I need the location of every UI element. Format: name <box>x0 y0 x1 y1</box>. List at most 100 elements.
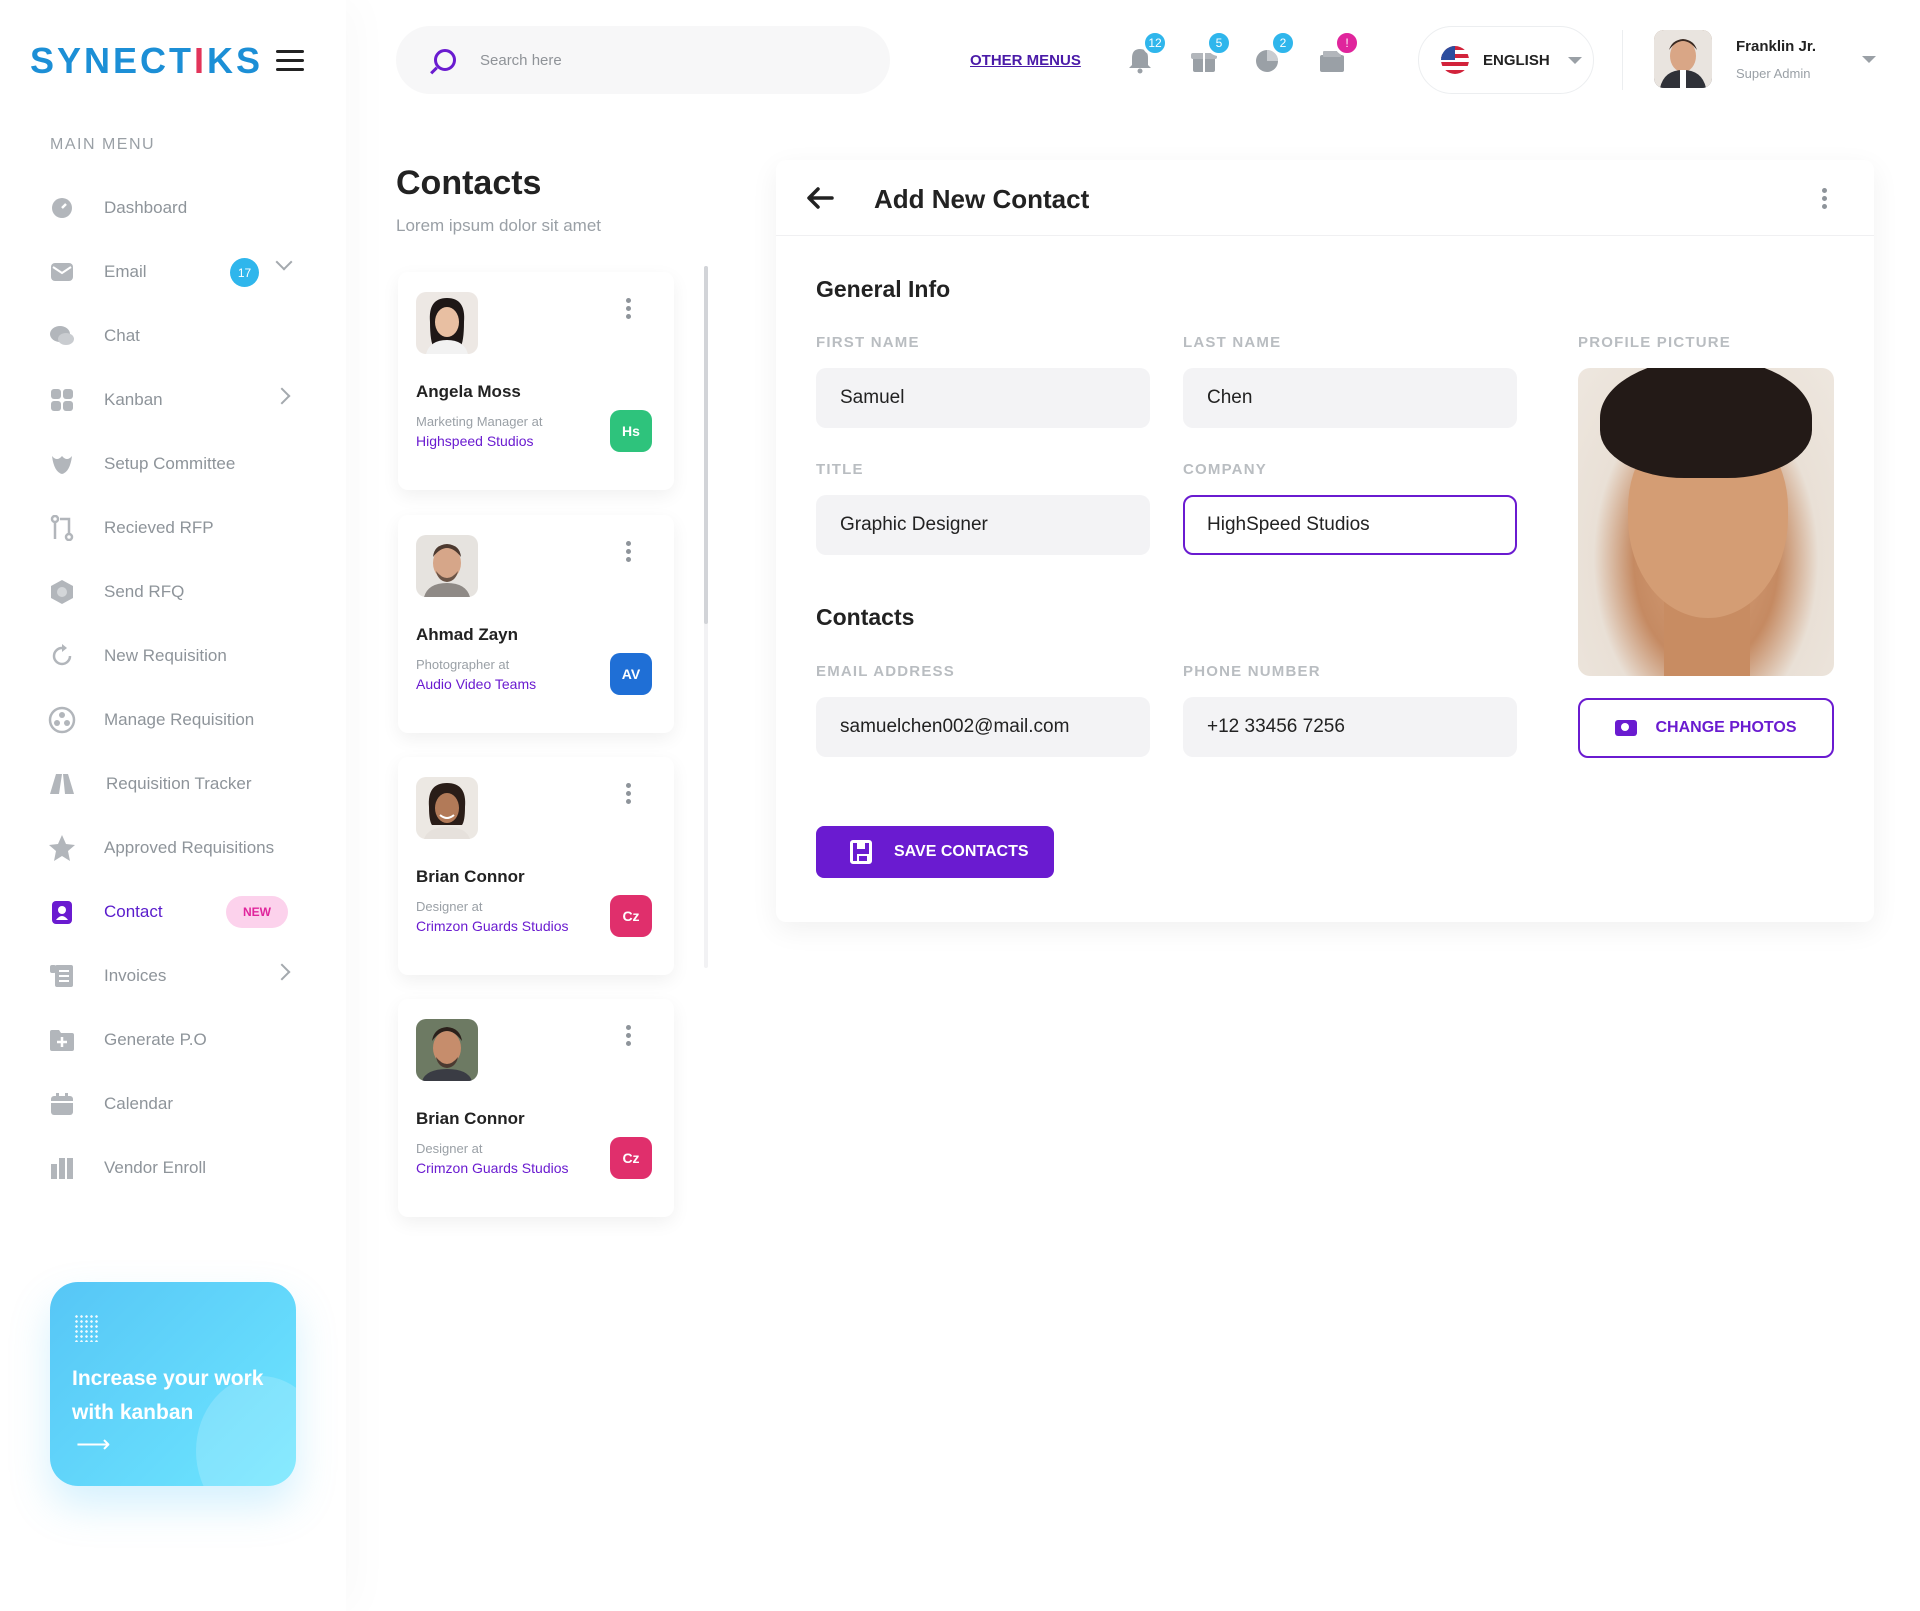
divider <box>1622 30 1623 90</box>
contact-card[interactable]: Brian Connor Designer at Crimzon Guards … <box>398 999 674 1217</box>
chevron-right-icon[interactable] <box>273 387 291 405</box>
chevron-right-icon[interactable] <box>273 963 291 981</box>
notification-count-badge: 12 <box>1142 30 1168 56</box>
menu-section-title: MAIN MENU <box>50 136 156 153</box>
sidebar-item-email[interactable]: Email 17 <box>0 240 346 304</box>
title-field[interactable] <box>816 495 1150 555</box>
panel-header: Add New Contact <box>776 160 1874 236</box>
email-icon <box>48 258 76 286</box>
contact-name: Ahmad Zayn <box>416 625 519 644</box>
search-bar[interactable] <box>396 26 890 94</box>
tracker-icon <box>48 770 76 798</box>
hamburger-menu-icon[interactable] <box>276 50 304 72</box>
language-selector[interactable]: ENGLISH <box>1418 26 1594 94</box>
contact-company[interactable]: Audio Video Teams <box>416 676 536 692</box>
sidebar-item-approved-requisitions[interactable]: Approved Requisitions <box>0 816 346 880</box>
alert-badge: ! <box>1334 30 1360 56</box>
company-label: COMPANY <box>1183 461 1267 478</box>
company-badge: Hs <box>610 410 652 452</box>
panel-title: Add New Contact <box>874 184 1090 214</box>
contact-role: Marketing Manager at <box>416 414 543 429</box>
contact-name: Brian Connor <box>416 867 525 886</box>
sidebar-item-kanban[interactable]: Kanban <box>0 368 346 432</box>
sidebar-item-new-requisition[interactable]: New Requisition <box>0 624 346 688</box>
first-name-field[interactable] <box>816 368 1150 428</box>
promo-text: Increase your work with kanban <box>72 1367 264 1424</box>
contact-avatar <box>416 777 478 839</box>
search-icon[interactable] <box>434 49 456 71</box>
contact-role: Photographer at <box>416 657 510 672</box>
caret-down-icon <box>1567 56 1582 64</box>
gift-count-badge: 5 <box>1206 30 1232 56</box>
folder-plus-icon <box>48 1026 76 1054</box>
camera-icon <box>1615 720 1638 736</box>
contact-icon <box>48 898 76 926</box>
new-badge: NEW <box>226 896 288 928</box>
sidebar-item-generate-po[interactable]: Generate P.O <box>0 1008 346 1072</box>
user-avatar[interactable] <box>1654 30 1712 88</box>
back-arrow-icon[interactable] <box>806 184 836 214</box>
last-name-label: LAST NAME <box>1183 334 1282 351</box>
alerts-button[interactable]: ! <box>1318 30 1360 76</box>
section-general-info: General Info <box>816 276 951 302</box>
search-input[interactable] <box>480 51 860 69</box>
kanban-promo-card[interactable]: Increase your work with kanban ⟶ <box>50 1282 296 1486</box>
main-menu: Dashboard Email 17 Chat Kanban Setup Com… <box>0 176 346 1200</box>
sidebar-item-manage-requisition[interactable]: Manage Requisition <box>0 688 346 752</box>
sidebar-item-vendor-enroll[interactable]: Vendor Enroll <box>0 1136 346 1200</box>
kanban-icon <box>48 386 76 414</box>
star-icon <box>48 834 76 862</box>
change-photos-button[interactable]: CHANGE PHOTOS <box>1578 698 1834 758</box>
sidebar-item-calendar[interactable]: Calendar <box>0 1072 346 1136</box>
notifications-button[interactable]: 12 <box>1126 30 1168 76</box>
profile-picture[interactable] <box>1578 368 1834 676</box>
contact-card[interactable]: Brian Connor Designer at Crimzon Guards … <box>398 757 674 975</box>
contact-company[interactable]: Crimzon Guards Studios <box>416 1160 569 1176</box>
section-contacts: Contacts <box>816 604 915 630</box>
chevron-down-icon[interactable] <box>275 253 293 271</box>
email-label: EMAIL ADDRESS <box>816 663 955 680</box>
more-options-icon[interactable] <box>626 298 632 322</box>
sidebar-item-invoices[interactable]: Invoices <box>0 944 346 1008</box>
contact-card[interactable]: Angela Moss Marketing Manager at Highspe… <box>398 272 674 490</box>
user-name[interactable]: Franklin Jr. <box>1736 38 1816 55</box>
us-flag-icon <box>1441 46 1469 74</box>
more-options-icon[interactable] <box>626 541 632 565</box>
committee-icon <box>48 450 76 478</box>
sidebar-item-requisition-tracker[interactable]: Requisition Tracker <box>0 752 346 816</box>
sidebar-item-contact[interactable]: Contact NEW <box>0 880 346 944</box>
contact-avatar <box>416 535 478 597</box>
scrollbar-thumb[interactable] <box>704 266 708 624</box>
email-field[interactable] <box>816 697 1150 757</box>
brand-logo[interactable]: SYNECTIKS <box>30 40 263 82</box>
caret-down-icon[interactable] <box>1862 56 1876 63</box>
arrow-right-icon[interactable]: ⟶ <box>76 1430 110 1459</box>
sidebar-item-chat[interactable]: Chat <box>0 304 346 368</box>
sidebar: SYNECTIKS MAIN MENU Dashboard Email 17 C… <box>0 0 346 1611</box>
contact-card[interactable]: Ahmad Zayn Photographer at Audio Video T… <box>398 515 674 733</box>
contact-name: Brian Connor <box>416 1109 525 1128</box>
sidebar-item-recieved-rfp[interactable]: Recieved RFP <box>0 496 346 560</box>
contact-company[interactable]: Highspeed Studios <box>416 433 534 449</box>
more-options-icon[interactable] <box>1822 188 1828 214</box>
last-name-field[interactable] <box>1183 368 1517 428</box>
phone-label: PHONE NUMBER <box>1183 663 1321 680</box>
calendar-icon <box>48 1090 76 1118</box>
page-subtitle: Lorem ipsum dolor sit amet <box>396 216 602 235</box>
more-options-icon[interactable] <box>626 783 632 807</box>
gifts-button[interactable]: 5 <box>1190 30 1232 76</box>
dashboard-icon <box>48 194 76 222</box>
company-badge: Cz <box>610 1137 652 1179</box>
email-count-badge: 17 <box>230 258 259 287</box>
more-options-icon[interactable] <box>626 1025 632 1049</box>
sidebar-item-dashboard[interactable]: Dashboard <box>0 176 346 240</box>
sidebar-item-setup-committee[interactable]: Setup Committee <box>0 432 346 496</box>
contact-company[interactable]: Crimzon Guards Studios <box>416 918 569 934</box>
messages-button[interactable]: 2 <box>1254 30 1296 76</box>
company-badge: AV <box>610 653 652 695</box>
save-contacts-button[interactable]: SAVE CONTACTS <box>816 826 1054 878</box>
sidebar-item-send-rfq[interactable]: Send RFQ <box>0 560 346 624</box>
other-menus-link[interactable]: OTHER MENUS <box>970 52 1081 69</box>
company-field[interactable] <box>1183 495 1517 555</box>
phone-field[interactable] <box>1183 697 1517 757</box>
